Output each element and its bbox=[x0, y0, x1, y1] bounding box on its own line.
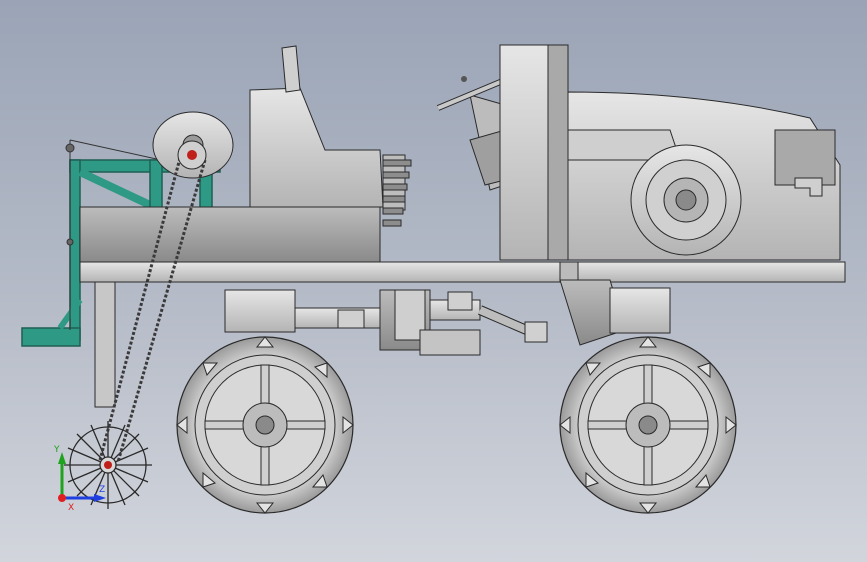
z-axis-label: Z bbox=[99, 485, 105, 495]
operator-seat bbox=[249, 45, 412, 227]
rear-storage-box bbox=[79, 206, 381, 263]
x-axis-arrow bbox=[58, 494, 66, 502]
tractor-cad-drawing: Y Z X bbox=[21, 44, 846, 514]
front-axle-housing bbox=[559, 279, 671, 346]
x-axis-label: X bbox=[68, 503, 74, 513]
front-wheel bbox=[559, 336, 737, 514]
engine-pulley bbox=[630, 144, 742, 256]
y-axis-label: Y bbox=[53, 445, 60, 455]
rear-axle-housing bbox=[224, 289, 296, 333]
fuel-tank bbox=[499, 44, 569, 261]
cad-viewport[interactable]: Y Z X bbox=[0, 0, 867, 562]
drive-sprocket bbox=[177, 140, 207, 170]
rear-wheel bbox=[176, 336, 354, 514]
